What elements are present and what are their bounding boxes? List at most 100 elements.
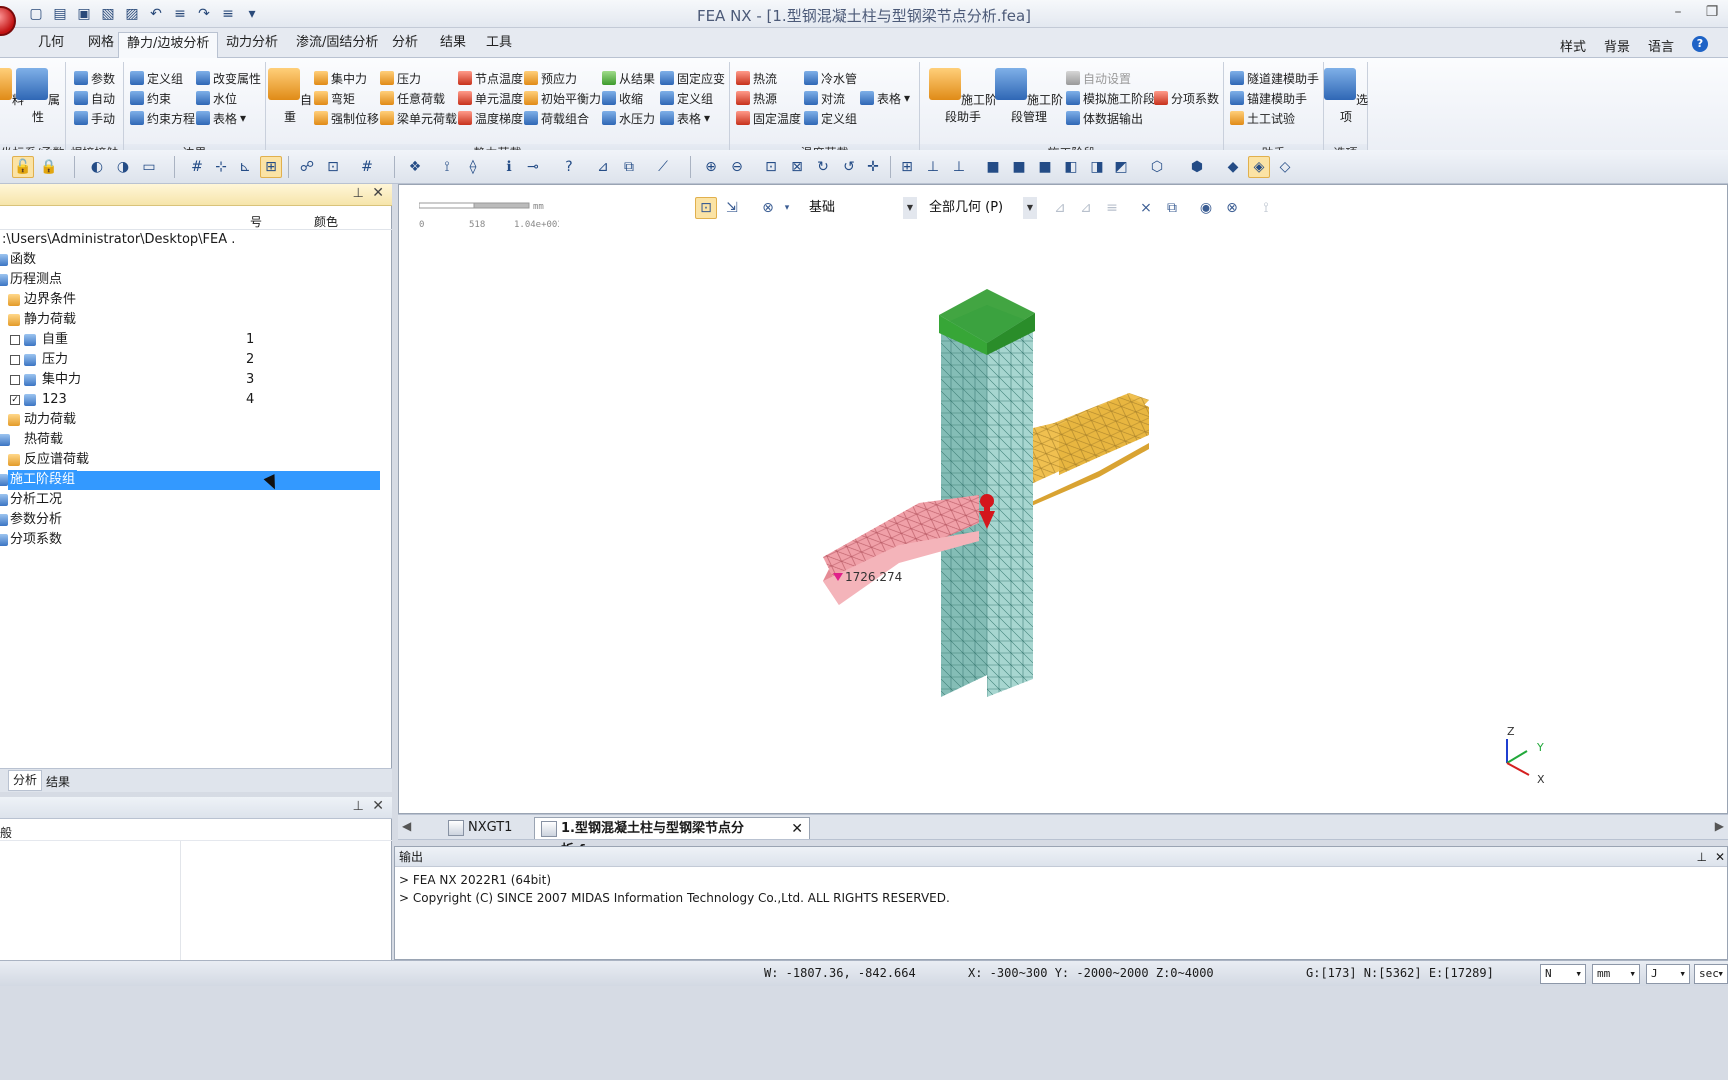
front-view-icon[interactable]: ■ <box>982 156 1004 178</box>
tab-seepage[interactable]: 渗流/固结分析 <box>288 34 386 56</box>
partial-factor-button[interactable]: 分项系数 <box>1154 88 1219 108</box>
axis-view-icon[interactable]: ⊥ <box>922 156 944 178</box>
point-load-button[interactable]: 集中力 <box>314 68 367 88</box>
right-view-icon[interactable]: ◧ <box>1060 156 1082 178</box>
tunnel-wizard-button[interactable]: 隧道建模助手 <box>1230 68 1319 88</box>
tree-item-123[interactable]: ✓ 123 4 <box>0 390 392 410</box>
pick-element-icon[interactable]: ⊗ <box>1221 197 1243 219</box>
tree-item-static-load[interactable]: 静力荷载 <box>0 310 392 330</box>
grid-icon[interactable]: # <box>186 156 208 178</box>
thermal-table-button[interactable]: 表格 ▾ <box>860 88 910 108</box>
select-icon[interactable]: ☍ <box>296 156 318 178</box>
help-query-icon[interactable]: ? <box>558 156 580 178</box>
force-unit-select[interactable]: N <box>1540 964 1586 984</box>
tab-static-slope[interactable]: 静力/边坡分析 <box>118 32 219 59</box>
hide-icon[interactable]: ◐ <box>86 156 108 178</box>
geometry-filter-select[interactable]: 全部几何 (P) ▼ <box>929 197 1037 219</box>
options-button[interactable]: 选项 <box>1324 68 1368 125</box>
language-menu[interactable]: 语言 <box>1648 36 1674 55</box>
moment-button[interactable]: 弯矩 <box>314 88 355 108</box>
select-filter-icon[interactable]: ⊡ <box>322 156 344 178</box>
static-table-button[interactable]: 表格 ▾ <box>660 108 710 128</box>
book-icon[interactable]: ❖ <box>404 156 426 178</box>
tab-analysis-tree[interactable]: 分析 <box>8 770 43 791</box>
tab-dynamic[interactable]: 动力分析 <box>218 34 286 56</box>
help-icon[interactable]: ? <box>1692 36 1708 52</box>
tree-item-partial-factor[interactable]: 分项系数 <box>0 530 392 550</box>
arbitrary-load-button[interactable]: 任意荷载 <box>380 88 445 108</box>
filter-extra-icon[interactable]: ⟟ <box>1255 197 1277 219</box>
minimize-icon[interactable]: – <box>1668 4 1688 20</box>
anchor-wizard-button[interactable]: 锚建模助手 <box>1230 88 1307 108</box>
filter-3-icon[interactable]: ≡ <box>1101 197 1123 219</box>
node-edit-icon[interactable]: ⟠ <box>462 156 484 178</box>
tree-item-self-weight[interactable]: 自重 1 <box>0 330 392 350</box>
pin-icon[interactable]: ⊥ <box>1697 847 1707 867</box>
filter-2-icon[interactable]: ⊿ <box>1075 197 1097 219</box>
lock-closed-icon[interactable]: 🔒 <box>38 156 60 178</box>
initial-equilibrium-button[interactable]: 初始平衡力 <box>524 88 601 108</box>
water-level-button[interactable]: 水位 <box>196 88 237 108</box>
hash-icon[interactable]: # <box>356 156 378 178</box>
energy-unit-select[interactable]: J <box>1646 964 1690 984</box>
auto-button[interactable]: 自动 <box>74 88 115 108</box>
filter-1-icon[interactable]: ⊿ <box>1049 197 1071 219</box>
from-result-button[interactable]: 从结果 <box>602 68 655 88</box>
pressure-button[interactable]: 压力 <box>380 68 421 88</box>
constraint-button[interactable]: 约束 <box>130 88 171 108</box>
restore-icon[interactable]: ❐ <box>1702 4 1722 20</box>
zoom-fit-icon[interactable]: ⊡ <box>760 156 782 178</box>
iso-view-icon[interactable]: ⬡ <box>1146 156 1168 178</box>
stage-wizard-button[interactable]: 施工阶段助手 <box>928 68 998 125</box>
toggle-icon[interactable]: ▭ <box>138 156 160 178</box>
top-view-icon[interactable]: ◨ <box>1086 156 1108 178</box>
thermal-define-group-button[interactable]: 定义组 <box>804 108 857 128</box>
select-drag-icon[interactable]: ⇲ <box>721 197 743 219</box>
tree-item-construction-stage[interactable]: 施工阶段组 <box>0 470 392 490</box>
pin-icon[interactable]: ⊥ <box>353 799 364 814</box>
work-plane-icon[interactable]: ⊾ <box>234 156 256 178</box>
rotate-ccw-icon[interactable]: ↺ <box>838 156 860 178</box>
static-define-group-button[interactable]: 定义组 <box>660 88 713 108</box>
tree-item-parametric[interactable]: 参数分析 <box>0 510 392 530</box>
shaded-edge-icon[interactable]: ◈ <box>1248 156 1270 178</box>
model-viewport[interactable]: mm 0 518 1.04e+003 ⊡ ⇲ ⊗ ▾ 基础 ▼ 全部几何 (P)… <box>398 184 1728 814</box>
show-icon[interactable]: ◑ <box>112 156 134 178</box>
back-view-icon[interactable]: ■ <box>1008 156 1030 178</box>
soil-test-button[interactable]: 土工试验 <box>1230 108 1295 128</box>
tab-scroll-left-icon[interactable]: ◀ <box>402 819 411 833</box>
close-icon[interactable]: ✕ <box>1715 847 1725 867</box>
stage-manager-button[interactable]: 施工阶段管理 <box>994 68 1064 125</box>
zoom-out-icon[interactable]: ⊖ <box>726 156 748 178</box>
fixed-temp-button[interactable]: 固定温度 <box>736 108 801 128</box>
pick-mode-icon[interactable]: ⊗ <box>757 197 779 219</box>
query-icon[interactable]: ℹ <box>498 156 520 178</box>
tree-item-analysis-case[interactable]: 分析工况 <box>0 490 392 510</box>
pin-icon[interactable]: ⊥ <box>353 186 364 201</box>
tab-scroll-right-icon[interactable]: ▶ <box>1715 819 1724 833</box>
heat-source-button[interactable]: 热源 <box>736 88 777 108</box>
time-unit-select[interactable]: sec <box>1694 964 1728 984</box>
checkbox-checked[interactable]: ✓ <box>10 395 20 405</box>
measure-area-icon[interactable]: ⧉ <box>618 156 640 178</box>
tab-analysis[interactable]: 分析 <box>384 34 426 56</box>
snap-grid-icon[interactable]: ⊞ <box>260 156 282 178</box>
tab-results[interactable]: 结果 <box>432 34 474 56</box>
define-group-button[interactable]: 定义组 <box>130 68 183 88</box>
bottom-view-icon[interactable]: ◩ <box>1110 156 1132 178</box>
tree-item-thermal-load[interactable]: 热荷载 <box>0 430 392 450</box>
auto-setup-button[interactable]: 自动设置 <box>1066 68 1131 88</box>
heat-flux-button[interactable]: 热流 <box>736 68 777 88</box>
close-icon[interactable]: ✕ <box>372 185 384 201</box>
doc-tab-nxgt1[interactable]: NXGT1 <box>442 817 532 839</box>
measure-icon[interactable]: ⊿ <box>592 156 614 178</box>
self-weight-button[interactable]: 自重 <box>268 68 312 125</box>
checkbox[interactable] <box>10 335 20 345</box>
tree-item-history[interactable]: 历程测点 <box>0 270 392 290</box>
tree-item-boundary[interactable]: 边界条件 <box>0 290 392 310</box>
display-mode-icon[interactable]: ⬢ <box>1186 156 1208 178</box>
zoom-window-icon[interactable]: ⊠ <box>786 156 808 178</box>
close-icon[interactable]: ✕ <box>372 798 384 814</box>
element-temp-button[interactable]: 单元温度 <box>458 88 523 108</box>
view-grid-icon[interactable]: ⊞ <box>896 156 918 178</box>
